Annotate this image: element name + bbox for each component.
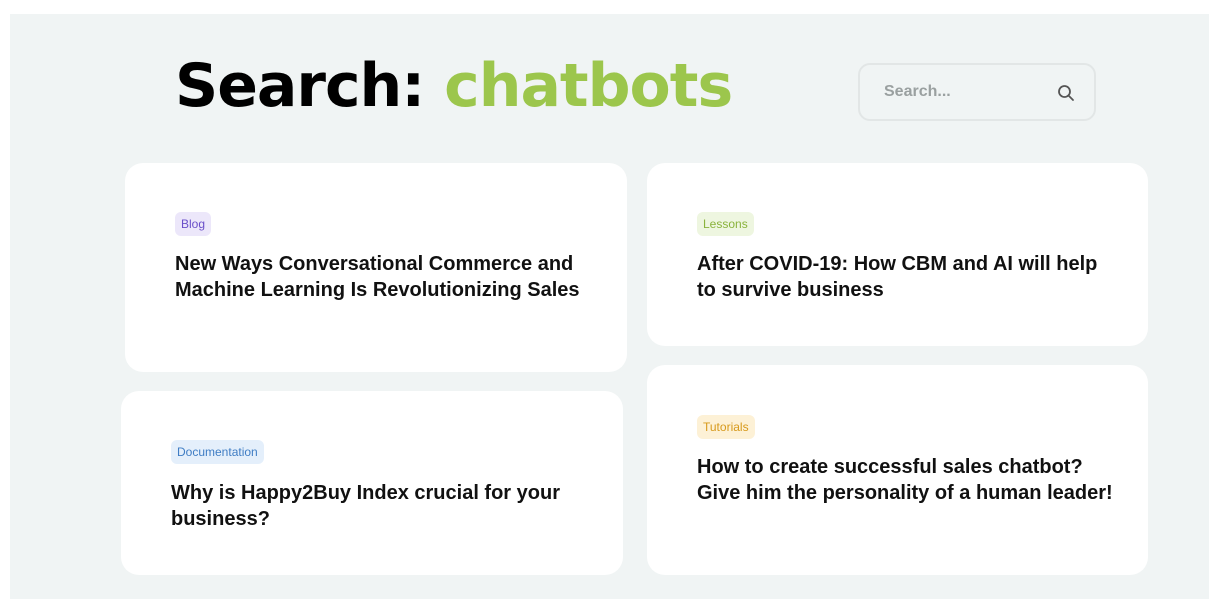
search-input[interactable] — [884, 77, 1044, 107]
result-card[interactable]: Tutorials How to create successful sales… — [647, 365, 1148, 575]
search-query-text: chatbots — [444, 51, 733, 121]
category-badge-lessons[interactable]: Lessons — [697, 212, 754, 236]
category-badge-tutorials[interactable]: Tutorials — [697, 415, 755, 439]
result-card[interactable]: Blog New Ways Conversational Commerce an… — [125, 163, 627, 372]
category-badge-documentation[interactable]: Documentation — [171, 440, 264, 464]
result-title-link[interactable]: Why is Happy2Buy Index crucial for your … — [171, 480, 591, 532]
page-title: Search: chatbots — [175, 40, 733, 132]
result-title-link[interactable]: New Ways Conversational Commerce and Mac… — [175, 251, 595, 303]
category-badge-blog[interactable]: Blog — [175, 212, 212, 236]
result-card[interactable]: Documentation Why is Happy2Buy Index cru… — [121, 391, 623, 575]
search-box[interactable] — [858, 63, 1096, 121]
search-icon[interactable] — [1056, 83, 1076, 103]
result-title-link[interactable]: How to create successful sales chatbot? … — [697, 454, 1117, 506]
result-title-link[interactable]: After COVID-19: How CBM and AI will help… — [697, 251, 1117, 303]
result-card[interactable]: Lessons After COVID-19: How CBM and AI w… — [647, 163, 1148, 346]
page-title-prefix: Search: — [175, 51, 445, 121]
